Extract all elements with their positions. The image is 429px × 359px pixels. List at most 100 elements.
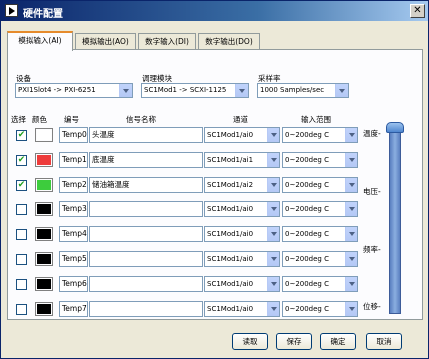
tab-digital-output[interactable]: 数字输出(DO) — [198, 33, 260, 50]
chevron-down-icon[interactable] — [267, 153, 279, 167]
table-row: ✔ Temp0 头温度 SC1Mod1/ai0 0~200deg C — [1, 127, 381, 143]
tab-analog-output[interactable]: 模拟输出(AO) — [75, 33, 136, 50]
range-select[interactable]: 0~200deg C — [282, 226, 358, 242]
channel-select[interactable]: SC1Mod1/ai0 — [204, 251, 280, 267]
chevron-down-icon[interactable] — [235, 84, 248, 97]
channel-id-field[interactable]: Temp6 — [59, 276, 88, 292]
signal-name-field[interactable] — [89, 251, 203, 267]
color-swatch[interactable] — [35, 178, 53, 192]
title-bar[interactable]: 硬件配置 ✕ — [1, 1, 428, 21]
header-number: 编号 — [64, 115, 79, 124]
color-swatch[interactable] — [35, 128, 53, 142]
range-select[interactable]: 0~200deg C — [282, 127, 358, 143]
tab-digital-input[interactable]: 数字输入(DI) — [138, 33, 196, 50]
close-button[interactable]: ✕ — [410, 4, 425, 18]
channel-id-field[interactable]: Temp5 — [59, 251, 88, 267]
channel-value: SC1Mod1/ai0 — [207, 205, 254, 213]
color-swatch[interactable] — [35, 153, 53, 167]
channel-select[interactable]: SC1Mod1/ai0 — [204, 301, 280, 317]
select-checkbox[interactable] — [16, 279, 27, 290]
channel-id-field[interactable]: Temp0 — [59, 127, 88, 143]
select-checkbox[interactable] — [16, 304, 27, 315]
channel-id-field[interactable]: Temp4 — [59, 226, 88, 242]
save-button[interactable]: 保存 — [276, 333, 312, 350]
chevron-down-icon[interactable] — [267, 178, 279, 192]
channel-id-field[interactable]: Temp7 — [59, 301, 88, 317]
range-select[interactable]: 0~200deg C — [282, 301, 358, 317]
channel-select[interactable]: SC1Mod1/ai0 — [204, 276, 280, 292]
color-swatch[interactable] — [35, 202, 53, 216]
chevron-down-icon[interactable] — [267, 252, 279, 266]
chevron-down-icon[interactable] — [345, 277, 357, 291]
scale-label-displacement: 位移- — [363, 302, 381, 311]
ok-button[interactable]: 确定 — [320, 333, 356, 350]
chevron-down-icon[interactable] — [267, 202, 279, 216]
channel-id-field[interactable]: Temp3 — [59, 201, 88, 217]
rate-select[interactable]: 1000 Samples/sec — [257, 83, 349, 98]
signal-name-field[interactable] — [89, 276, 203, 292]
chevron-down-icon[interactable] — [345, 128, 357, 142]
range-value: 0~200deg C — [285, 156, 329, 164]
chevron-down-icon[interactable] — [345, 153, 357, 167]
chevron-down-icon[interactable] — [267, 277, 279, 291]
slider-thumb[interactable] — [386, 122, 404, 133]
range-value: 0~200deg C — [285, 205, 329, 213]
channel-select[interactable]: SC1Mod1/ai2 — [204, 177, 280, 193]
module-value: SC1Mod1 -> SCXI-1125 — [144, 86, 227, 94]
module-select[interactable]: SC1Mod1 -> SCXI-1125 — [141, 83, 249, 98]
color-swatch[interactable] — [35, 252, 53, 266]
channel-id-field[interactable]: Temp2 — [59, 177, 88, 193]
read-button[interactable]: 读取 — [232, 333, 268, 350]
chevron-down-icon[interactable] — [345, 178, 357, 192]
chevron-down-icon[interactable] — [345, 227, 357, 241]
channel-select[interactable]: SC1Mod1/ai0 — [204, 201, 280, 217]
select-checkbox[interactable] — [16, 204, 27, 215]
channel-select[interactable]: SC1Mod1/ai0 — [204, 127, 280, 143]
scale-label-voltage: 电压- — [363, 187, 381, 196]
chevron-down-icon[interactable] — [345, 302, 357, 316]
range-select[interactable]: 0~200deg C — [282, 152, 358, 168]
signal-name-field[interactable]: 储油箱温度 — [89, 177, 203, 193]
signal-name-field[interactable] — [89, 301, 203, 317]
color-swatch[interactable] — [35, 227, 53, 241]
device-select[interactable]: PXI1Slot4 -> PXI-6251 — [15, 83, 133, 98]
chevron-down-icon[interactable] — [267, 302, 279, 316]
signal-name-field[interactable] — [89, 226, 203, 242]
select-checkbox[interactable]: ✔ — [16, 155, 27, 166]
select-checkbox[interactable] — [16, 229, 27, 240]
channel-select[interactable]: SC1Mod1/ai0 — [204, 226, 280, 242]
range-value: 0~200deg C — [285, 305, 329, 313]
color-swatch[interactable] — [35, 302, 53, 316]
table-row: Temp6 SC1Mod1/ai0 0~200deg C — [1, 276, 381, 292]
color-fill — [37, 229, 51, 239]
tab-analog-input[interactable]: 模拟输入(AI) — [7, 31, 73, 51]
signal-name-field[interactable]: 底温度 — [89, 152, 203, 168]
range-select[interactable]: 0~200deg C — [282, 201, 358, 217]
cancel-button[interactable]: 取消 — [366, 333, 402, 350]
select-checkbox[interactable]: ✔ — [16, 130, 27, 141]
range-select[interactable]: 0~200deg C — [282, 251, 358, 267]
color-fill — [37, 304, 51, 314]
chevron-down-icon[interactable] — [267, 227, 279, 241]
scale-label-frequency: 频率- — [363, 245, 381, 254]
table-row: Temp5 SC1Mod1/ai0 0~200deg C — [1, 251, 381, 267]
table-row: Temp7 SC1Mod1/ai0 0~200deg C — [1, 301, 381, 317]
signal-name-field[interactable]: 头温度 — [89, 127, 203, 143]
chevron-down-icon[interactable] — [267, 128, 279, 142]
channel-type-slider[interactable] — [389, 126, 401, 314]
select-checkbox[interactable] — [16, 254, 27, 265]
color-fill — [37, 180, 51, 190]
signal-name-field[interactable] — [89, 201, 203, 217]
scale-label-temperature: 温度- — [363, 129, 381, 138]
channel-id-field[interactable]: Temp1 — [59, 152, 88, 168]
select-checkbox[interactable]: ✔ — [16, 180, 27, 191]
range-select[interactable]: 0~200deg C — [282, 177, 358, 193]
range-select[interactable]: 0~200deg C — [282, 276, 358, 292]
chevron-down-icon[interactable] — [345, 202, 357, 216]
app-icon — [5, 4, 18, 17]
chevron-down-icon[interactable] — [335, 84, 348, 97]
color-swatch[interactable] — [35, 277, 53, 291]
chevron-down-icon[interactable] — [345, 252, 357, 266]
chevron-down-icon[interactable] — [119, 84, 132, 97]
channel-select[interactable]: SC1Mod1/ai1 — [204, 152, 280, 168]
